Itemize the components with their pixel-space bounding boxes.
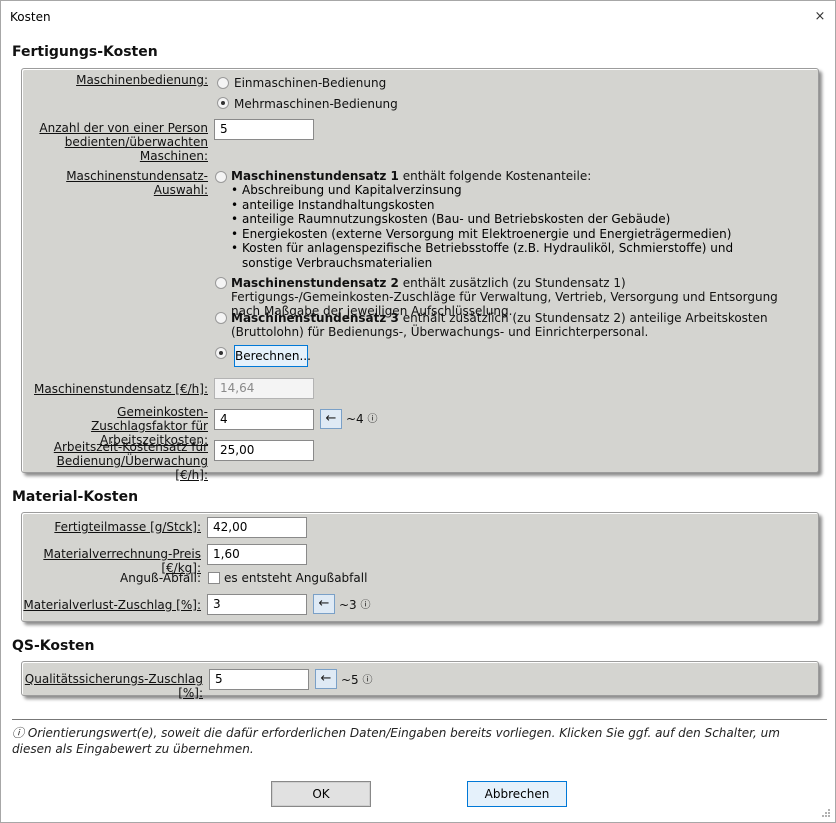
apply-qs-button[interactable]: ← <box>315 669 337 689</box>
anguss-label: Anguß-Abfall: <box>120 571 201 585</box>
msr1-list: Abschreibung und Kapitalverzinsung antei… <box>231 183 751 270</box>
anzahl-label: Anzahl der von einer Person bedienten/üb… <box>39 121 208 163</box>
gemeinkosten-hint: ~4 ⓘ <box>346 412 378 427</box>
anguss-checkbox[interactable] <box>208 572 220 584</box>
window-title: Kosten <box>10 10 51 24</box>
masse-label: Fertigteilmasse [g/Stck]: <box>54 520 201 534</box>
section-title-fertigung: Fertigungs-Kosten <box>12 44 158 60</box>
radio-msr3[interactable] <box>215 312 227 324</box>
verlust-hint: ~3 ⓘ <box>339 598 371 613</box>
msr1-item: anteilige Instandhaltungskosten <box>231 198 751 213</box>
masse-input[interactable]: 42,00 <box>207 517 307 538</box>
radio-mehrmaschinen-label: Mehrmaschinen-Bedienung <box>234 97 398 111</box>
info-icon: ⓘ <box>360 600 371 611</box>
msr1-text: Maschinenstundensatz 1 enthält folgende … <box>231 169 811 183</box>
msr1-item: anteilige Raumnutzungskosten (Bau- und B… <box>231 212 751 227</box>
gemeinkosten-input[interactable]: 4 <box>214 409 314 430</box>
divider <box>12 719 827 720</box>
kosten-dialog: Kosten × Fertigungs-Kosten Maschinenbedi… <box>0 0 836 823</box>
msr2-title: Maschinenstundensatz 2 <box>231 276 399 290</box>
arbeitszeit-label: Arbeitszeit-Kostensatz für Bedienung/Übe… <box>53 440 208 482</box>
apply-verlust-button[interactable]: ← <box>313 594 335 614</box>
verlust-hint-value: ~3 <box>339 598 357 612</box>
ok-button[interactable]: OK <box>271 781 371 807</box>
preis-input[interactable]: 1,60 <box>207 544 307 565</box>
qs-hint-value: ~5 <box>341 673 359 687</box>
msr1-desc: enthält folgende Kostenanteile: <box>398 169 592 183</box>
section-title-material: Material-Kosten <box>12 489 139 505</box>
radio-mehrmaschinen[interactable] <box>217 97 229 109</box>
qs-zuschlag-input[interactable]: 5 <box>209 669 309 690</box>
anzahl-input[interactable]: 5 <box>214 119 314 140</box>
maschinenbedienung-label: Maschinenbedienung: <box>76 73 208 87</box>
cancel-button[interactable]: Abbrechen <box>467 781 567 807</box>
radio-berechnen[interactable] <box>215 347 227 359</box>
auswahl-label: Maschinenstundensatz-Auswahl: <box>66 169 208 197</box>
radio-msr2[interactable] <box>215 277 227 289</box>
arrow-left-icon: ← <box>320 671 332 686</box>
radio-msr1[interactable] <box>215 171 227 183</box>
stundensatz-input: 14,64 <box>214 378 314 399</box>
qs-hint: ~5 ⓘ <box>341 673 373 688</box>
verlust-label: Materialverlust-Zuschlag [%]: <box>23 598 201 612</box>
arrow-left-icon: ← <box>318 596 330 611</box>
msr1-title: Maschinenstundensatz 1 <box>231 169 399 183</box>
msr3-title: Maschinenstundensatz 3 <box>231 311 399 325</box>
gemeinkosten-hint-value: ~4 <box>346 412 364 426</box>
info-icon: ⓘ <box>367 414 378 425</box>
radio-einmaschinen[interactable] <box>217 77 229 89</box>
title-bar: Kosten × <box>1 1 835 33</box>
footnote: ⓘ Orientierungswert(e), soweit die dafür… <box>12 726 780 756</box>
radio-einmaschinen-label: Einmaschinen-Bedienung <box>234 76 387 90</box>
close-icon[interactable]: × <box>811 8 829 26</box>
apply-gemeinkosten-button[interactable]: ← <box>320 409 342 429</box>
section-title-qs: QS-Kosten <box>12 638 95 654</box>
msr1-item: Abschreibung und Kapitalverzinsung <box>231 183 751 198</box>
berechnen-button[interactable]: Berechnen... <box>234 345 311 367</box>
anguss-checkbox-label: es entsteht Angußabfall <box>224 571 368 585</box>
verlust-input[interactable]: 3 <box>207 594 307 615</box>
qs-zuschlag-label: Qualitätssicherungs-Zuschlag [%]: <box>24 672 203 700</box>
info-icon: ⓘ <box>362 675 373 686</box>
msr3-text: Maschinenstundensatz 3 enthält zusätzlic… <box>231 311 791 339</box>
arrow-left-icon: ← <box>325 411 337 426</box>
arbeitszeit-input[interactable]: 25,00 <box>214 440 314 461</box>
msr1-item: Kosten für anlagenspezifische Betriebsst… <box>231 241 751 270</box>
msr1-item: Energiekosten (externe Versorgung mit El… <box>231 227 751 242</box>
stundensatz-label: Maschinenstundensatz [€/h]: <box>34 382 208 396</box>
resize-grip-icon[interactable] <box>821 808 831 818</box>
